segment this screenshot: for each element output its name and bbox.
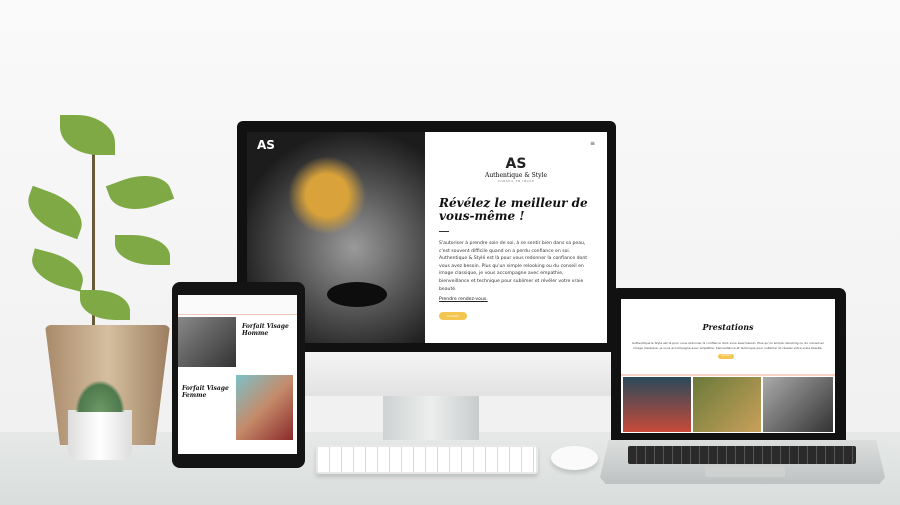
plant: [20, 105, 190, 335]
divider: [439, 231, 449, 232]
succulent: [75, 380, 125, 412]
monitor-stand: [383, 396, 479, 440]
service-card-homme[interactable]: [763, 377, 833, 432]
browser-bar: [178, 295, 297, 315]
succulent-pot: [68, 410, 132, 460]
prestations-title: Prestations: [702, 322, 754, 332]
hero-paragraph: S'autoriser à prendre soin de soi, à se …: [439, 241, 588, 292]
hamburger-icon[interactable]: ≡: [590, 140, 595, 147]
man-photo: [178, 317, 236, 367]
laptop-screen: Prestations Authentique & Stylé est là p…: [621, 299, 835, 433]
site-logo[interactable]: AS Authentique & Style CONSEIL EN IMAGE: [439, 156, 593, 183]
hero-logo: AS: [257, 138, 275, 152]
appointment-link[interactable]: Prendre rendez-vous.: [439, 297, 593, 302]
contact-button[interactable]: Contact: [718, 354, 734, 359]
woman-photo: [236, 375, 293, 440]
keyboard: [316, 445, 538, 474]
mouse: [551, 446, 598, 470]
divider: [621, 374, 835, 376]
laptop-keyboard: [628, 446, 856, 464]
trackpad: [705, 466, 785, 477]
prestations-paragraph: Authentique & Stylé est là pour vous red…: [631, 341, 825, 350]
section-title-femme: Forfait Visage Femme: [182, 385, 229, 399]
service-card-colors[interactable]: [693, 377, 761, 432]
hero-panel: ≡ AS Authentique & Style CONSEIL EN IMAG…: [425, 132, 607, 343]
section-title-homme: Forfait Visage Homme: [242, 323, 289, 337]
hero-headline: Révélez le meilleur de vous-même !: [439, 196, 588, 223]
service-card-shopping[interactable]: [623, 377, 691, 432]
tablet-screen: Forfait Visage Homme Forfait Visage Femm…: [178, 295, 297, 454]
contact-button[interactable]: Contact: [439, 312, 467, 321]
